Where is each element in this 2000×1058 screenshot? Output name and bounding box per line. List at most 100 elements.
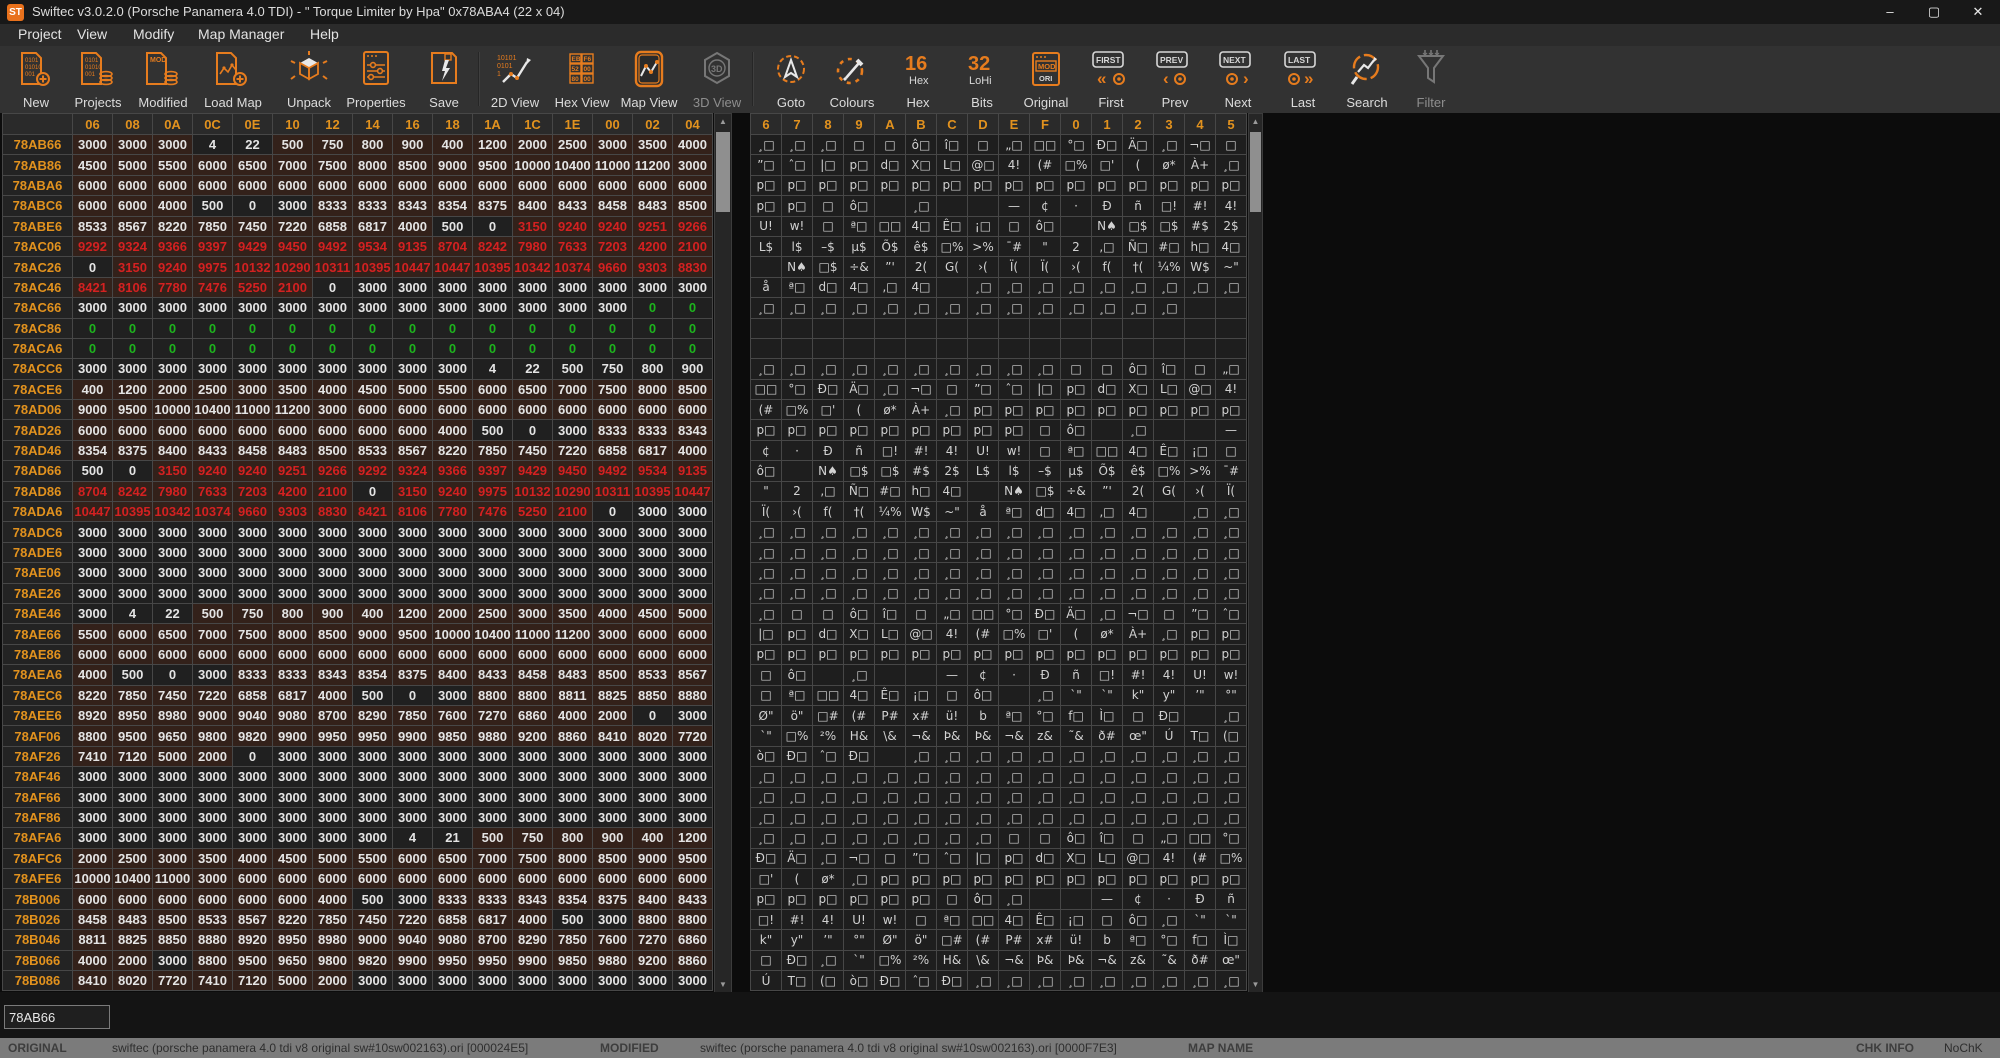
text-cell[interactable] (1123, 319, 1154, 339)
value-cell[interactable]: 6000 (153, 645, 193, 665)
text-cell[interactable]: p□ (782, 196, 813, 216)
value-cell[interactable]: 0 (673, 319, 713, 339)
value-cell[interactable]: 3000 (353, 278, 393, 298)
text-cell[interactable]: ¸□ (999, 359, 1030, 379)
value-cell[interactable]: 3000 (193, 584, 233, 604)
text-cell[interactable]: ¸□ (1123, 808, 1154, 828)
value-cell[interactable]: 8400 (513, 196, 553, 216)
value-cell[interactable]: 3000 (273, 563, 313, 583)
text-cell[interactable] (999, 686, 1030, 706)
text-cell[interactable]: ¸□ (1092, 543, 1123, 563)
text-cell[interactable]: X□ (844, 624, 875, 644)
text-cell[interactable]: ¸□ (1154, 278, 1185, 298)
text-cell[interactable]: □□ (968, 910, 999, 930)
menu-modify[interactable]: Modify (133, 26, 174, 42)
value-cell[interactable]: 5500 (153, 155, 193, 175)
text-cell[interactable]: □ (1154, 604, 1185, 624)
text-cell[interactable]: ¸□ (844, 808, 875, 828)
text-cell[interactable]: □$ (1123, 217, 1154, 237)
text-cell[interactable]: ¸□ (1216, 747, 1247, 767)
value-cell[interactable]: 4000 (73, 665, 113, 685)
value-cell[interactable]: 9500 (233, 951, 273, 971)
value-cell[interactable]: 8220 (273, 910, 313, 930)
text-cell[interactable]: ª□ (999, 502, 1030, 522)
text-cell[interactable]: ¸□ (1185, 808, 1216, 828)
value-cell[interactable]: 3000 (393, 522, 433, 542)
value-cell[interactable]: 3000 (553, 971, 593, 991)
text-cell[interactable]: #! (1123, 665, 1154, 685)
text-cell[interactable]: □ (937, 889, 968, 909)
value-cell[interactable]: 6000 (353, 869, 393, 889)
value-cell[interactable]: 0 (353, 339, 393, 359)
value-cell[interactable]: 10000 (153, 400, 193, 420)
text-cell[interactable]: — (1216, 420, 1247, 440)
text-cell[interactable]: î□ (1154, 359, 1185, 379)
text-cell[interactable]: ª□ (999, 706, 1030, 726)
text-cell[interactable]: □□ (875, 217, 906, 237)
value-cell[interactable]: 3000 (593, 278, 633, 298)
value-cell[interactable]: 8830 (673, 257, 713, 277)
text-cell[interactable]: ¯# (1216, 461, 1247, 481)
value-cell[interactable]: 6000 (433, 645, 473, 665)
text-cell[interactable]: p□ (1030, 400, 1061, 420)
value-cell[interactable]: 7600 (593, 930, 633, 950)
value-cell[interactable]: 3000 (233, 808, 273, 828)
text-cell[interactable]: p□ (1216, 176, 1247, 196)
text-cell[interactable]: ¸□ (999, 767, 1030, 787)
text-cell[interactable]: f□ (1061, 706, 1092, 726)
value-cell[interactable]: 8220 (153, 217, 193, 237)
value-cell[interactable]: 3000 (193, 828, 233, 848)
text-cell[interactable]: ¼% (1154, 257, 1185, 277)
value-cell[interactable]: 9000 (633, 849, 673, 869)
value-cell[interactable]: 6000 (393, 869, 433, 889)
text-cell[interactable]: (# (1185, 849, 1216, 869)
text-cell[interactable]: ¸□ (1185, 278, 1216, 298)
value-cell[interactable]: 0 (273, 339, 313, 359)
text-cell[interactable]: ¸□ (1061, 808, 1092, 828)
text-cell[interactable]: ê$ (1123, 461, 1154, 481)
value-cell[interactable]: 9450 (553, 461, 593, 481)
value-cell[interactable]: 3000 (633, 788, 673, 808)
value-cell[interactable]: 9850 (433, 726, 473, 746)
value-cell[interactable]: 6000 (513, 400, 553, 420)
value-cell[interactable]: 3000 (593, 767, 633, 787)
text-cell[interactable]: p□ (782, 645, 813, 665)
value-cell[interactable]: 8106 (393, 502, 433, 522)
value-cell[interactable]: 6000 (113, 420, 153, 440)
text-cell[interactable]: 2$ (1216, 217, 1247, 237)
text-cell[interactable]: L□ (1092, 849, 1123, 869)
text-cell[interactable]: ¸□ (1154, 747, 1185, 767)
text-cell[interactable]: ¸□ (1154, 788, 1185, 808)
value-cell[interactable]: 9251 (273, 461, 313, 481)
text-cell[interactable]: ø* (1154, 155, 1185, 175)
text-cell[interactable]: h□ (906, 482, 937, 502)
value-cell[interactable]: 3000 (113, 543, 153, 563)
value-cell[interactable]: 3000 (513, 808, 553, 828)
text-cell[interactable]: ¸□ (813, 135, 844, 155)
value-cell[interactable]: 3000 (593, 808, 633, 828)
text-cell[interactable]: ¸□ (1092, 767, 1123, 787)
text-cell[interactable]: ¸□ (813, 808, 844, 828)
text-cell[interactable]: ¸□ (1030, 278, 1061, 298)
value-cell[interactable]: 0 (473, 217, 513, 237)
text-cell[interactable]: L$ (751, 237, 782, 257)
value-cell[interactable]: 8567 (673, 665, 713, 685)
text-cell[interactable]: p□ (844, 645, 875, 665)
value-cell[interactable]: 10400 (113, 869, 153, 889)
text-cell[interactable]: ¸□ (875, 522, 906, 542)
value-cell[interactable]: 3000 (73, 584, 113, 604)
value-cell[interactable]: 9500 (673, 849, 713, 869)
value-cell[interactable]: 3000 (273, 543, 313, 563)
text-cell[interactable]: ¸□ (751, 135, 782, 155)
text-cell[interactable]: 4□ (1123, 441, 1154, 461)
value-cell[interactable]: 5000 (273, 971, 313, 991)
value-cell[interactable]: 3000 (153, 298, 193, 318)
value-cell[interactable]: 3000 (593, 747, 633, 767)
text-cell[interactable]: |□ (1030, 380, 1061, 400)
value-cell[interactable]: 7850 (193, 217, 233, 237)
value-cell[interactable]: 7450 (353, 910, 393, 930)
text-cell[interactable]: ¸□ (937, 298, 968, 318)
value-cell[interactable]: 6000 (353, 420, 393, 440)
text-cell[interactable]: □ (1061, 359, 1092, 379)
value-cell[interactable]: 6000 (193, 420, 233, 440)
